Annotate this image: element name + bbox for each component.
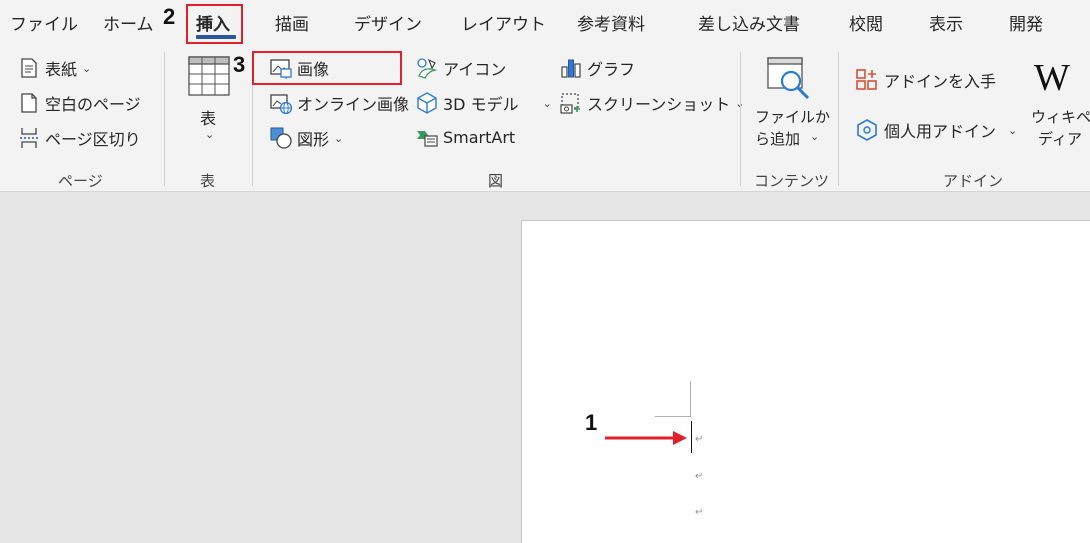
cover-page-label: 表紙	[45, 60, 78, 79]
screenshot-button[interactable]: スクリーンショット ⌄	[560, 91, 744, 115]
tab-view[interactable]: 表示	[929, 10, 963, 35]
blank-page-icon	[18, 92, 40, 114]
group-separator	[838, 52, 839, 186]
chevron-down-icon: ⌄	[542, 96, 552, 110]
tab-review[interactable]: 校閲	[849, 10, 883, 35]
tab-mailings[interactable]: 差し込み文書	[698, 10, 800, 35]
smartart-label: SmartArt	[443, 127, 516, 147]
3d-cube-icon	[416, 92, 438, 114]
chevron-down-icon: ⌄	[205, 128, 215, 141]
tab-layout[interactable]: レイアウト	[461, 10, 546, 35]
chevron-down-icon: ⌄	[334, 131, 344, 145]
add-from-file-button[interactable]: ファイルか ら追加 ⌄	[752, 56, 831, 156]
screenshot-label: スクリーンショット	[587, 95, 731, 114]
add-from-file-label-line1: ファイルか	[755, 108, 831, 126]
3d-models-button[interactable]: 3D モデル ⌄	[416, 91, 552, 115]
page-break-icon	[18, 127, 40, 149]
store-icon	[855, 68, 879, 92]
blank-page-button[interactable]: 空白のページ	[18, 91, 141, 115]
step-1-label: 1	[585, 410, 598, 435]
table-button[interactable]: 表 ⌄	[186, 56, 232, 146]
group-label-addins: アドイン	[943, 172, 1004, 190]
paragraph-mark: ↵	[695, 434, 704, 445]
shapes-label: 図形	[297, 130, 330, 149]
highlight-picture-button	[252, 51, 402, 85]
paragraph-mark: ↵	[695, 507, 704, 518]
chart-icon	[560, 57, 582, 79]
tab-draw[interactable]: 描画	[275, 10, 309, 35]
page-break-label: ページ区切り	[45, 130, 141, 149]
smartart-button[interactable]: SmartArt	[416, 126, 515, 148]
get-addins-button[interactable]: アドインを入手	[855, 68, 996, 92]
smartart-icon	[416, 126, 438, 148]
group-label-pages: ページ	[58, 172, 103, 190]
chart-label: グラフ	[587, 60, 636, 79]
icons-button[interactable]: アイコン	[416, 56, 506, 80]
table-icon	[188, 56, 230, 96]
my-addins-label: 個人用アドイン	[884, 122, 997, 141]
step-3-label: 3	[233, 52, 246, 77]
3d-models-label: 3D モデル	[443, 95, 519, 114]
shapes-icon	[270, 127, 292, 149]
tab-developer[interactable]: 開発	[1009, 10, 1043, 35]
tab-design[interactable]: デザイン	[354, 10, 422, 35]
chevron-down-icon: ⌄	[1008, 123, 1018, 137]
group-label-illustrations: 図	[488, 172, 504, 190]
blank-page-label: 空白のページ	[45, 95, 141, 114]
online-picture-button[interactable]: オンライン画像	[270, 91, 409, 115]
highlight-insert-tab	[186, 4, 243, 44]
text-cursor	[691, 421, 692, 453]
wikipedia-icon: W	[1034, 57, 1070, 99]
online-picture-label: オンライン画像	[297, 95, 410, 114]
step-2-label: 2	[163, 4, 176, 29]
wikipedia-label-line2: ディア	[1038, 130, 1082, 148]
document-canvas[interactable]: ↵ ↵ ↵	[0, 193, 1090, 543]
chevron-down-icon: ⌄	[82, 61, 92, 75]
page-break-button[interactable]: ページ区切り	[18, 126, 141, 150]
arrow-icon	[605, 431, 687, 445]
group-separator	[164, 52, 165, 186]
add-from-file-icon	[767, 57, 810, 100]
margin-corner-mark	[655, 381, 691, 417]
icons-icon	[416, 57, 438, 79]
wikipedia-label-line1: ウィキペ	[1031, 108, 1090, 126]
table-label: 表	[200, 109, 217, 128]
tab-file[interactable]: ファイル	[10, 10, 78, 35]
add-from-file-label-line2: ら追加	[755, 130, 801, 148]
wikipedia-button[interactable]: W ウィキペ ディア	[1028, 56, 1090, 156]
document-page[interactable]: ↵ ↵ ↵	[521, 220, 1090, 543]
get-addins-label: アドインを入手	[884, 72, 997, 91]
shapes-button[interactable]: 図形 ⌄	[270, 126, 343, 150]
screenshot-icon	[560, 92, 582, 114]
chart-button[interactable]: グラフ	[560, 56, 635, 80]
my-addins-icon	[855, 118, 879, 142]
icons-label: アイコン	[443, 60, 507, 79]
tab-references[interactable]: 参考資料	[577, 10, 645, 35]
tab-home[interactable]: ホーム	[103, 10, 154, 35]
ribbon-insert: 表紙 ⌄ 空白のページ ページ区切り ページ 表 ⌄ 表 画像 オンライン画像 …	[0, 46, 1090, 192]
paragraph-mark: ↵	[695, 471, 704, 482]
cover-page-icon	[18, 57, 40, 79]
group-label-tables: 表	[200, 172, 216, 190]
group-separator	[740, 52, 741, 186]
chevron-down-icon: ⌄	[810, 130, 820, 143]
online-picture-icon	[270, 92, 293, 115]
my-addins-button[interactable]: 個人用アドイン ⌄	[855, 118, 1017, 142]
cover-page-button[interactable]: 表紙 ⌄	[18, 56, 91, 80]
group-label-content: コンテンツ	[754, 172, 830, 190]
